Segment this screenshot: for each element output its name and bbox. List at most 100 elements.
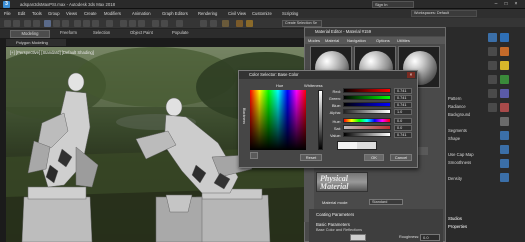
mated-menu-navigation[interactable]: Navigation [347, 38, 366, 43]
menu-create[interactable]: Create [84, 11, 97, 16]
blue-spinner[interactable]: 0.741 [394, 102, 412, 108]
pivot-icon[interactable] [106, 20, 113, 27]
panel-extra-icon-4[interactable] [500, 173, 509, 182]
tab-modeling[interactable]: Modeling [10, 30, 50, 38]
motion-tab-icon[interactable] [488, 75, 497, 84]
menu-civil-view[interactable]: Civil View [228, 11, 246, 16]
coating-parameters-rollout[interactable]: Coating Parameters [316, 212, 354, 217]
tab-selection[interactable]: Selection [93, 30, 110, 35]
percent-snap-icon[interactable] [138, 20, 145, 27]
value-spinner[interactable]: 0.741 [394, 132, 412, 138]
sign-in-button[interactable]: Sign In [372, 1, 414, 8]
menu-group[interactable]: Group [48, 11, 60, 16]
ok-button[interactable]: OK [364, 154, 384, 161]
material-mode-dropdown[interactable]: Standard [369, 199, 403, 205]
reset-button[interactable]: Reset [300, 154, 322, 161]
cmd-item-shape[interactable]: Shape [448, 136, 460, 141]
menu-rendering[interactable]: Rendering [198, 11, 217, 16]
lights-icon[interactable] [500, 61, 509, 70]
cmd-item-density[interactable]: Density [448, 176, 462, 181]
angle-snap-icon[interactable] [129, 20, 136, 27]
menu-views[interactable]: Views [66, 11, 77, 16]
eyedropper-icon[interactable] [250, 152, 258, 159]
cmd-item-use-cap-map[interactable]: Use Cap Map [448, 152, 474, 157]
cmd-item-properties[interactable]: Properties [448, 224, 467, 229]
layer-icon[interactable] [176, 20, 183, 27]
mated-menu-options[interactable]: Options [376, 38, 390, 43]
cmd-item-studios[interactable]: Studios [448, 216, 462, 221]
menu-graph-editors[interactable]: Graph Editors [162, 11, 188, 16]
base-color-swatch[interactable] [350, 234, 366, 241]
viewport-label[interactable]: [+] [Perspective] [Standard] [Default Sh… [10, 50, 94, 55]
modify-tab-icon[interactable] [488, 47, 497, 56]
menu-animation[interactable]: Animation [132, 11, 151, 16]
roughness-field[interactable]: 0.0 [420, 234, 440, 241]
geometry-icon[interactable] [500, 33, 509, 42]
select-by-name-icon[interactable] [53, 20, 60, 27]
create-selection-set-dropdown[interactable]: Create Selection Se [282, 20, 322, 27]
cmd-item-segments[interactable]: Segments [448, 128, 467, 133]
tab-populate[interactable]: Populate [172, 30, 189, 35]
unlink-icon[interactable] [33, 20, 40, 27]
alpha-spinner[interactable]: 1.0 [394, 109, 412, 115]
menu-scripting[interactable]: Scripting [282, 11, 298, 16]
green-slider[interactable] [343, 95, 391, 100]
mirror-icon[interactable] [152, 20, 159, 27]
render-setup-icon[interactable] [236, 20, 243, 27]
utilities-tab-icon[interactable] [488, 103, 497, 112]
cmd-item-background[interactable]: Background [448, 112, 470, 117]
select-object-icon[interactable] [44, 20, 51, 27]
close-button[interactable]: × [511, 0, 521, 8]
align-icon[interactable] [161, 20, 168, 27]
render-icon[interactable] [246, 20, 253, 27]
material-editor-title[interactable]: Material Editor - Material #159 [305, 28, 445, 36]
red-slider[interactable] [343, 88, 391, 93]
menu-file[interactable]: File [4, 11, 11, 16]
helpers-icon[interactable] [500, 89, 509, 98]
workspace-dropdown[interactable]: Workspaces: Default [411, 10, 477, 17]
basic-parameters-rollout[interactable]: Basic Parameters [316, 222, 350, 227]
redo-icon[interactable] [13, 20, 20, 27]
cmd-item-smoothness[interactable]: Smoothness [448, 160, 471, 165]
menu-modifiers[interactable]: Modifiers [104, 11, 121, 16]
systems-icon[interactable] [500, 117, 509, 126]
mated-menu-material[interactable]: Material [325, 38, 339, 43]
hue-spinner[interactable]: 0.0 [394, 118, 412, 124]
hue-blackness-picker[interactable] [250, 90, 306, 150]
color-selector-title[interactable]: Color Selector: Base Color [239, 71, 417, 79]
red-spinner[interactable]: 0.741 [394, 88, 412, 94]
sat-slider[interactable] [343, 125, 391, 130]
snap-icon[interactable] [120, 20, 127, 27]
green-spinner[interactable]: 0.741 [394, 95, 412, 101]
mated-menu-utilities[interactable]: Utilities [397, 38, 410, 43]
material-editor-icon[interactable] [222, 20, 229, 27]
menu-customize[interactable]: Customize [252, 11, 272, 16]
move-icon[interactable] [74, 20, 81, 27]
mated-menu-modes[interactable]: Modes [308, 38, 320, 43]
space-warps-icon[interactable] [500, 103, 509, 112]
menu-edit[interactable]: Edit [18, 11, 25, 16]
maximize-button[interactable]: □ [501, 0, 511, 8]
cmd-item-radiance[interactable]: Radiance [448, 104, 466, 109]
link-icon[interactable] [24, 20, 31, 27]
panel-extra-icon-3[interactable] [500, 159, 509, 168]
panel-extra-icon-2[interactable] [500, 145, 509, 154]
cancel-button[interactable]: Cancel [390, 154, 412, 161]
cameras-icon[interactable] [500, 75, 509, 84]
curve-editor-icon[interactable] [200, 20, 207, 27]
panel-extra-icon[interactable] [500, 131, 509, 140]
app-logo-icon[interactable]: 3 [3, 1, 10, 8]
undo-icon[interactable] [4, 20, 11, 27]
color-selector-close-button[interactable]: × [407, 72, 415, 78]
display-tab-icon[interactable] [488, 89, 497, 98]
rotate-icon[interactable] [83, 20, 90, 27]
tab-object-paint[interactable]: Object Paint [130, 30, 153, 35]
cmd-item-pattern[interactable]: Pattern [448, 96, 462, 101]
minimize-button[interactable]: – [491, 0, 501, 8]
whiteness-slider[interactable] [318, 90, 323, 150]
menu-tools[interactable]: Tools [32, 11, 42, 16]
region-select-icon[interactable] [62, 20, 69, 27]
alpha-slider[interactable] [343, 109, 391, 114]
blue-slider[interactable] [343, 102, 391, 107]
scale-icon[interactable] [92, 20, 99, 27]
